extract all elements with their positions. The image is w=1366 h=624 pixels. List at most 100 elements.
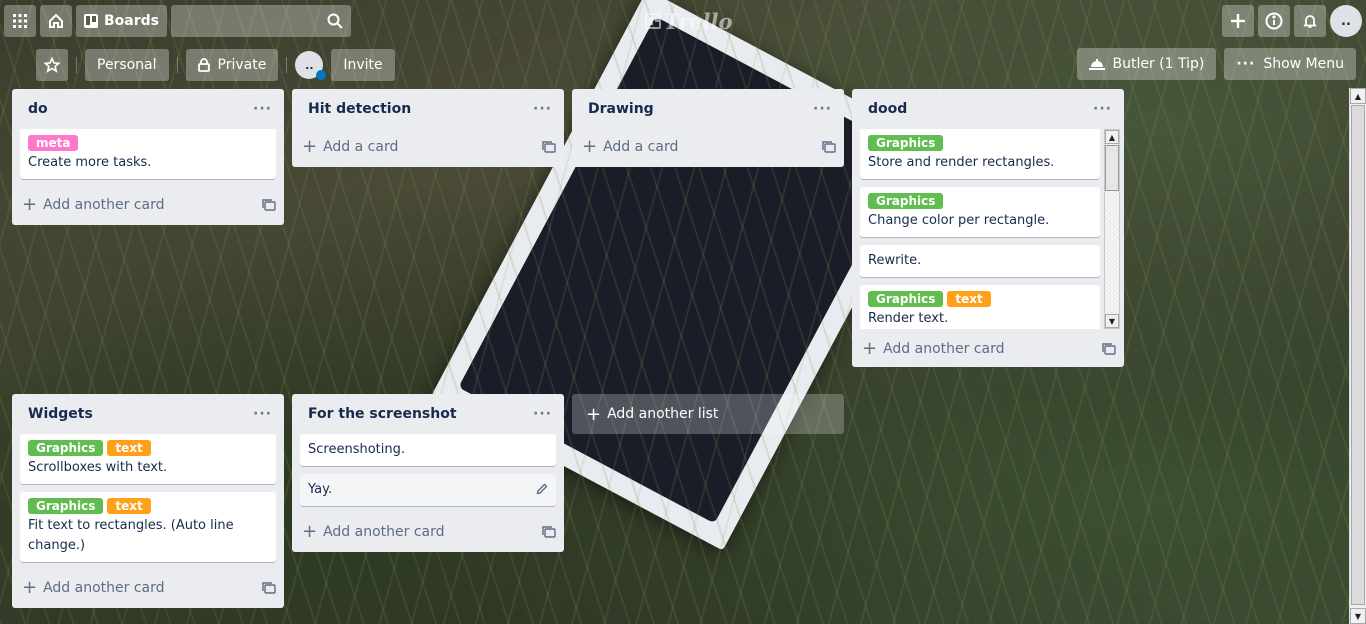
list-scrollbar[interactable]: ▲ ▼ <box>1104 129 1120 329</box>
list-title[interactable]: For the screenshot <box>308 406 457 422</box>
card-label[interactable]: Graphics <box>868 193 944 209</box>
plus-icon <box>1231 14 1245 28</box>
card[interactable]: meta Create more tasks. <box>20 129 276 179</box>
add-card-button[interactable]: + Add a card <box>572 129 844 165</box>
list-header[interactable]: do ··· <box>12 89 284 129</box>
list-cards-scroll-area[interactable]: Graphics Store and render rectangles. Gr… <box>852 129 1124 329</box>
info-icon <box>1265 12 1283 30</box>
list-title[interactable]: Drawing <box>588 101 654 117</box>
card[interactable]: Yay. <box>300 474 556 506</box>
card-template-icon[interactable] <box>542 141 556 153</box>
notifications-button[interactable] <box>1294 5 1326 37</box>
butler-bell-icon <box>1088 58 1105 70</box>
plus-icon: + <box>302 521 318 542</box>
plus-icon: + <box>582 136 598 157</box>
personal-label: Personal <box>97 57 157 73</box>
card-title: Scrollboxes with text. <box>28 460 168 475</box>
scroll-down-arrow-icon[interactable]: ▼ <box>1105 314 1119 328</box>
page-scrollbar[interactable]: ▲ ▼ <box>1349 88 1366 624</box>
list-menu-icon[interactable]: ··· <box>813 101 832 117</box>
card-label[interactable]: Graphics <box>868 291 944 307</box>
separator <box>176 57 178 73</box>
butler-button[interactable]: Butler (1 Tip) <box>1076 48 1217 80</box>
invite-button[interactable]: Invite <box>331 49 395 81</box>
scrollbar-thumb[interactable] <box>1105 145 1119 191</box>
create-button[interactable] <box>1222 5 1254 37</box>
add-card-button[interactable]: + Add another card <box>12 570 284 606</box>
page-scrollbar-thumb[interactable] <box>1351 105 1365 605</box>
card[interactable]: Graphics text Render text. <box>860 285 1100 329</box>
list-title[interactable]: Widgets <box>28 406 93 422</box>
card-label[interactable]: Graphics <box>28 498 104 514</box>
scroll-up-arrow-icon[interactable]: ▲ <box>1350 88 1366 104</box>
card-template-icon[interactable] <box>262 582 276 594</box>
board-header: Personal Private .. Invite Butler (1 Tip… <box>0 48 1366 82</box>
trello-logo[interactable]: Trello <box>645 8 733 34</box>
card-template-icon[interactable] <box>822 141 836 153</box>
card-label[interactable]: text <box>107 498 151 514</box>
add-card-button[interactable]: + Add a card <box>292 129 564 165</box>
list-menu-icon[interactable]: ··· <box>1093 101 1112 117</box>
card[interactable]: Graphics text Fit text to rectangles. (A… <box>20 492 276 562</box>
add-card-label: Add another card <box>323 524 445 540</box>
plus-icon: + <box>22 577 38 598</box>
team-visibility-button[interactable]: Personal <box>85 49 169 81</box>
card-label[interactable]: text <box>107 440 151 456</box>
add-card-button[interactable]: + Add another card <box>292 514 564 550</box>
add-card-button[interactable]: + Add another card <box>852 331 1124 367</box>
list-header[interactable]: dood ··· <box>852 89 1124 129</box>
card[interactable]: Screenshoting. <box>300 434 556 466</box>
list-title[interactable]: do <box>28 101 48 117</box>
admin-badge-icon <box>316 70 327 80</box>
card-title: Yay. <box>308 482 333 497</box>
list-for-the-screenshot: For the screenshot ··· Screenshoting. Ya… <box>292 394 564 552</box>
scroll-up-arrow-icon[interactable]: ▲ <box>1105 130 1119 144</box>
card-title: Create more tasks. <box>28 155 152 170</box>
list-header[interactable]: Hit detection ··· <box>292 89 564 129</box>
list-header[interactable]: Widgets ··· <box>12 394 284 434</box>
more-dots-icon: ··· <box>1236 56 1256 72</box>
search-input[interactable] <box>171 5 351 37</box>
star-board-button[interactable] <box>36 49 68 81</box>
list-title[interactable]: dood <box>868 101 907 117</box>
card-template-icon[interactable] <box>542 526 556 538</box>
card-label[interactable]: Graphics <box>868 135 944 151</box>
pencil-edit-icon[interactable] <box>536 482 548 502</box>
card-template-icon[interactable] <box>262 199 276 211</box>
card-label[interactable]: Graphics <box>28 440 104 456</box>
card[interactable]: Rewrite. <box>860 245 1100 277</box>
list-title[interactable]: Hit detection <box>308 101 411 117</box>
boards-button[interactable]: Boards <box>76 5 167 37</box>
list-drawing: Drawing ··· + Add a card <box>572 89 844 167</box>
card[interactable]: Graphics Change color per rectangle. <box>860 187 1100 237</box>
card-title: Fit text to rectangles. (Auto line chang… <box>28 518 234 553</box>
card-label[interactable]: text <box>947 291 991 307</box>
list-dood: dood ··· Graphics Store and render recta… <box>852 89 1124 367</box>
card[interactable]: Graphics Store and render rectangles. <box>860 129 1100 179</box>
add-list-button[interactable]: + Add another list <box>572 394 844 434</box>
apps-button[interactable] <box>4 5 36 37</box>
user-avatar[interactable]: .. <box>1330 5 1362 37</box>
bell-icon <box>1303 15 1317 28</box>
show-menu-button[interactable]: ··· Show Menu <box>1224 48 1356 80</box>
trello-logo-icon <box>645 13 661 29</box>
card[interactable]: Graphics text Scrollboxes with text. <box>20 434 276 484</box>
list-header[interactable]: For the screenshot ··· <box>292 394 564 434</box>
list-menu-icon[interactable]: ··· <box>533 101 552 117</box>
add-card-button[interactable]: + Add another card <box>12 187 284 223</box>
add-card-label: Add a card <box>603 139 679 155</box>
list-menu-icon[interactable]: ··· <box>253 406 272 422</box>
info-button[interactable] <box>1258 5 1290 37</box>
member-avatar[interactable]: .. <box>295 51 327 80</box>
privacy-button[interactable]: Private <box>185 49 279 81</box>
home-button[interactable] <box>40 5 72 37</box>
list-menu-icon[interactable]: ··· <box>533 406 552 422</box>
boards-icon <box>84 14 98 28</box>
list-menu-icon[interactable]: ··· <box>253 101 272 117</box>
card-template-icon[interactable] <box>1102 343 1116 355</box>
search-icon <box>327 13 343 29</box>
card-label[interactable]: meta <box>28 135 79 151</box>
scroll-down-arrow-icon[interactable]: ▼ <box>1350 608 1366 624</box>
list-header[interactable]: Drawing ··· <box>572 89 844 129</box>
add-list-label: Add another list <box>607 406 719 422</box>
